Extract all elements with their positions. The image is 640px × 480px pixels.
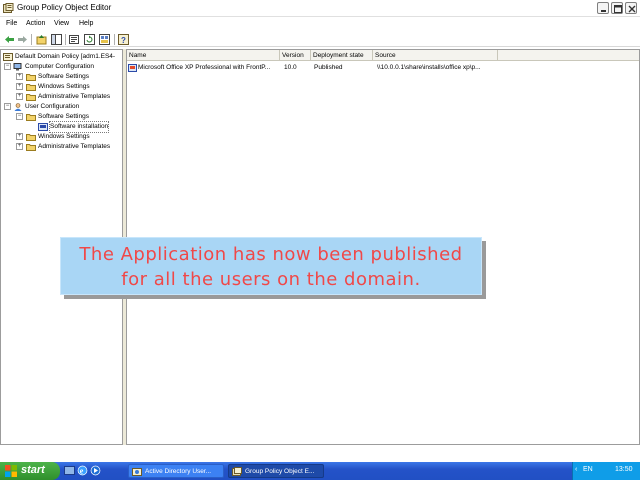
window-title: Group Policy Object Editor <box>17 3 112 12</box>
tree-item-computer-configuration[interactable]: Computer Configuration <box>13 62 123 72</box>
computer-icon <box>13 63 23 71</box>
tree-item-user-windows-settings[interactable]: Windows Settings <box>26 132 123 142</box>
menu-action[interactable]: Action <box>26 20 45 27</box>
up-icon[interactable] <box>36 34 47 45</box>
maximize-icon <box>614 5 622 13</box>
svg-text:?: ? <box>121 36 126 45</box>
expand-toggle[interactable]: + <box>16 133 23 140</box>
folder-icon <box>26 143 36 151</box>
tree-item-label: Software Settings <box>38 73 89 80</box>
folder-icon <box>26 133 36 141</box>
tree-item-label: Windows Settings <box>38 133 90 140</box>
expand-toggle[interactable]: + <box>16 143 23 150</box>
media-player-icon[interactable] <box>90 465 101 476</box>
show-desktop-icon[interactable] <box>64 465 75 476</box>
tree-root-label: Default Domain Policy [adm1.ES4- <box>15 53 116 60</box>
cell-deployment-state: Published <box>314 64 343 71</box>
toolbar-separator <box>114 34 115 45</box>
collapse-toggle[interactable]: − <box>16 113 23 120</box>
software-installation-icon <box>38 123 48 131</box>
forward-icon[interactable] <box>17 34 28 45</box>
tree-item-label: Computer Configuration <box>25 63 95 70</box>
tree-root[interactable]: Default Domain Policy [adm1.ES4- <box>3 52 122 62</box>
refresh-icon[interactable] <box>84 34 95 45</box>
back-icon[interactable] <box>4 34 15 45</box>
title-bar: Group Policy Object Editor <box>0 0 640 17</box>
tree-item-user-software-settings[interactable]: Software Settings <box>26 112 123 122</box>
show-hide-tree-icon[interactable] <box>51 34 62 45</box>
column-header-deployment-state[interactable]: Deployment state <box>311 50 373 61</box>
tree-item-label: Software Settings <box>38 113 89 120</box>
menu-bar: File Action View Help <box>0 18 640 31</box>
column-header-source[interactable]: Source <box>373 50 498 61</box>
tree-item-computer-administrative-templates[interactable]: Administrative Templates <box>26 92 123 102</box>
maximize-button[interactable] <box>611 2 623 14</box>
cell-name: Microsoft Office XP Professional with Fr… <box>138 64 271 71</box>
expand-toggle[interactable]: + <box>16 93 23 100</box>
tree-item-software-installation[interactable]: Software installation <box>38 121 123 133</box>
properties-icon[interactable] <box>69 34 80 45</box>
collapse-toggle[interactable]: − <box>4 63 11 70</box>
menu-help[interactable]: Help <box>79 20 93 27</box>
folder-open-icon <box>26 113 36 121</box>
svg-text:e: e <box>80 467 84 476</box>
gpo-app-icon <box>3 3 14 14</box>
package-icon <box>128 64 137 72</box>
toolbar-separator <box>65 34 66 45</box>
policy-scroll-icon <box>3 53 13 61</box>
taskbar-button-label: Active Directory User... <box>145 468 212 475</box>
expand-toggle[interactable]: + <box>16 73 23 80</box>
tree-item-computer-windows-settings[interactable]: Windows Settings <box>26 82 123 92</box>
list-header: Name Version Deployment state Source <box>127 50 639 61</box>
internet-explorer-icon[interactable]: e <box>77 465 88 476</box>
column-header-name[interactable]: Name <box>127 50 280 61</box>
start-label: start <box>21 464 45 476</box>
minimize-icon <box>601 10 606 12</box>
tree-item-label: Administrative Templates <box>38 143 111 150</box>
tree-item-user-configuration[interactable]: User Configuration <box>13 102 123 112</box>
language-indicator[interactable]: EN <box>583 466 593 473</box>
column-header-version[interactable]: Version <box>280 50 311 61</box>
cell-source: \\10.0.0.1\share\installs\office xp\p... <box>377 64 481 71</box>
windows-flag-icon <box>5 465 17 477</box>
expand-toggle[interactable]: + <box>16 83 23 90</box>
clock: 13:50 <box>615 466 633 473</box>
tutorial-caption: The Application has now been published f… <box>60 237 482 295</box>
folder-icon <box>26 83 36 91</box>
caption-line-2: for all the users on the domain. <box>121 269 421 290</box>
minimize-button[interactable] <box>597 2 609 14</box>
gpo-app-icon <box>232 467 242 477</box>
tree-item-label: User Configuration <box>25 103 80 110</box>
toolbar-separator <box>31 34 32 45</box>
system-tray: ‹ EN 13:50 <box>572 462 640 480</box>
caption-line-1: The Application has now been published <box>79 244 463 265</box>
taskbar: start e Active Directory User... Group P… <box>0 462 640 480</box>
taskbar-button-active-directory[interactable]: Active Directory User... <box>128 464 224 478</box>
toolbar: ? <box>0 32 640 47</box>
tree-item-label: Administrative Templates <box>38 93 111 100</box>
user-icon <box>13 103 23 111</box>
help-icon[interactable]: ? <box>118 34 129 45</box>
taskbar-button-label: Group Policy Object E... <box>245 468 315 475</box>
export-list-icon[interactable] <box>99 34 110 45</box>
collapse-toggle[interactable]: − <box>4 103 11 110</box>
active-directory-icon <box>132 467 142 477</box>
folder-icon <box>26 73 36 81</box>
tree-item-label: Software installation <box>48 121 110 133</box>
folder-icon <box>26 93 36 101</box>
cell-version: 10.0 <box>284 64 297 71</box>
taskbar-button-group-policy[interactable]: Group Policy Object E... <box>228 464 324 478</box>
close-icon <box>628 5 636 13</box>
tree-item-computer-software-settings[interactable]: Software Settings <box>26 72 123 82</box>
table-row[interactable]: Microsoft Office XP Professional with Fr… <box>127 63 639 73</box>
tree-item-user-administrative-templates[interactable]: Administrative Templates <box>26 142 123 152</box>
tree-item-label: Windows Settings <box>38 83 90 90</box>
close-button[interactable] <box>625 2 637 14</box>
menu-file[interactable]: File <box>6 20 17 27</box>
menu-view[interactable]: View <box>54 20 69 27</box>
start-button[interactable]: start <box>0 462 60 480</box>
show-hidden-icons-icon[interactable]: ‹ <box>575 466 577 473</box>
